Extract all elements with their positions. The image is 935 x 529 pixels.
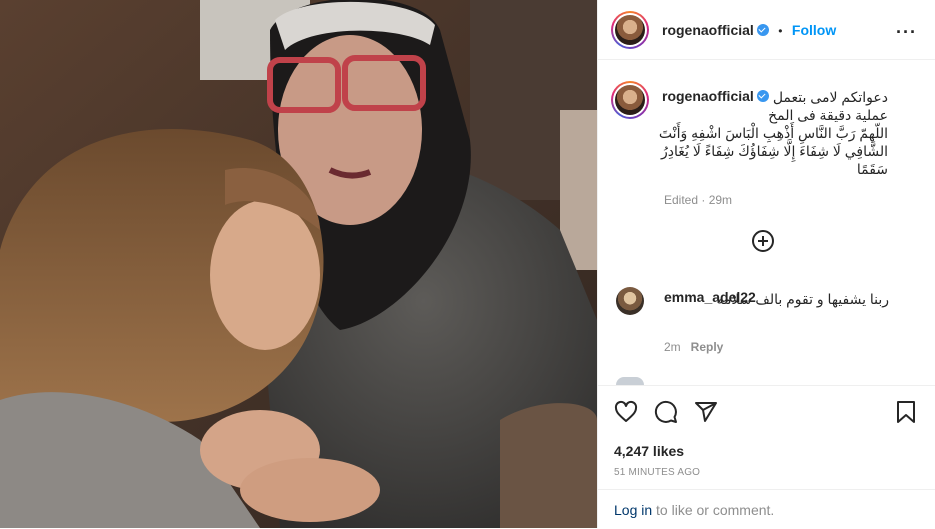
login-bar: Log in to like or comment.: [598, 489, 935, 529]
caption-line: اللّهمّ رَبَّ النَّاسِ أَذْهِبِ الْبَاسَ…: [658, 125, 888, 141]
comment-text: ربنا يشفيها و تقوم بالف سلامه: [716, 291, 889, 307]
separator-dot: •: [778, 24, 783, 38]
post-side-panel: rogenaofficial • Follow ··· rogenaoffici…: [597, 0, 935, 528]
login-row: Log in to like or comment.: [614, 502, 774, 518]
caption-line: الشَّافِي لَا شِفَاءَ إِلَّا شِفَاؤُكَ ش…: [661, 143, 888, 159]
load-more-comments-icon[interactable]: [752, 230, 774, 252]
action-bar: 4,247 likes 51 MINUTES AGO Log in to lik…: [598, 385, 935, 528]
avatar[interactable]: [611, 11, 649, 49]
caption-line: سَقَمًا: [856, 161, 888, 177]
username-link[interactable]: rogenaofficial: [662, 22, 754, 38]
verified-badge-icon: [756, 24, 769, 36]
comment-age: 2m: [664, 340, 681, 354]
login-link[interactable]: Log in: [614, 502, 652, 518]
heart-icon[interactable]: [614, 400, 638, 424]
header-user-row: rogenaofficial • Follow: [662, 22, 836, 40]
caption-avatar[interactable]: [611, 81, 649, 119]
edited-timestamp: Edited · 29m: [664, 193, 733, 207]
login-text: to like or comment.: [652, 502, 775, 518]
more-options-icon[interactable]: ···: [896, 22, 917, 43]
photo-illustration: [0, 0, 597, 528]
comment-icon[interactable]: [654, 400, 678, 424]
caption-line: عملية دقيقة فى المخ: [768, 107, 888, 123]
comment-meta: 2m Reply: [664, 340, 723, 354]
post-time[interactable]: 51 MINUTES AGO: [614, 467, 700, 478]
follow-button[interactable]: Follow: [792, 22, 836, 38]
reply-button[interactable]: Reply: [691, 340, 724, 354]
post-image[interactable]: [0, 0, 597, 528]
next-comment-avatar: [616, 377, 644, 385]
bookmark-icon[interactable]: [894, 400, 918, 424]
caption-text: دعواتكم لامى بتعمل عملية دقيقة فى المخ ا…: [658, 88, 888, 178]
post-header: rogenaofficial • Follow ···: [598, 0, 935, 60]
comment-avatar[interactable]: [616, 287, 644, 315]
likes-count[interactable]: 4,247 likes: [614, 443, 684, 459]
caption-line: دعواتكم لامى بتعمل: [772, 89, 888, 105]
share-icon[interactable]: [694, 400, 718, 424]
